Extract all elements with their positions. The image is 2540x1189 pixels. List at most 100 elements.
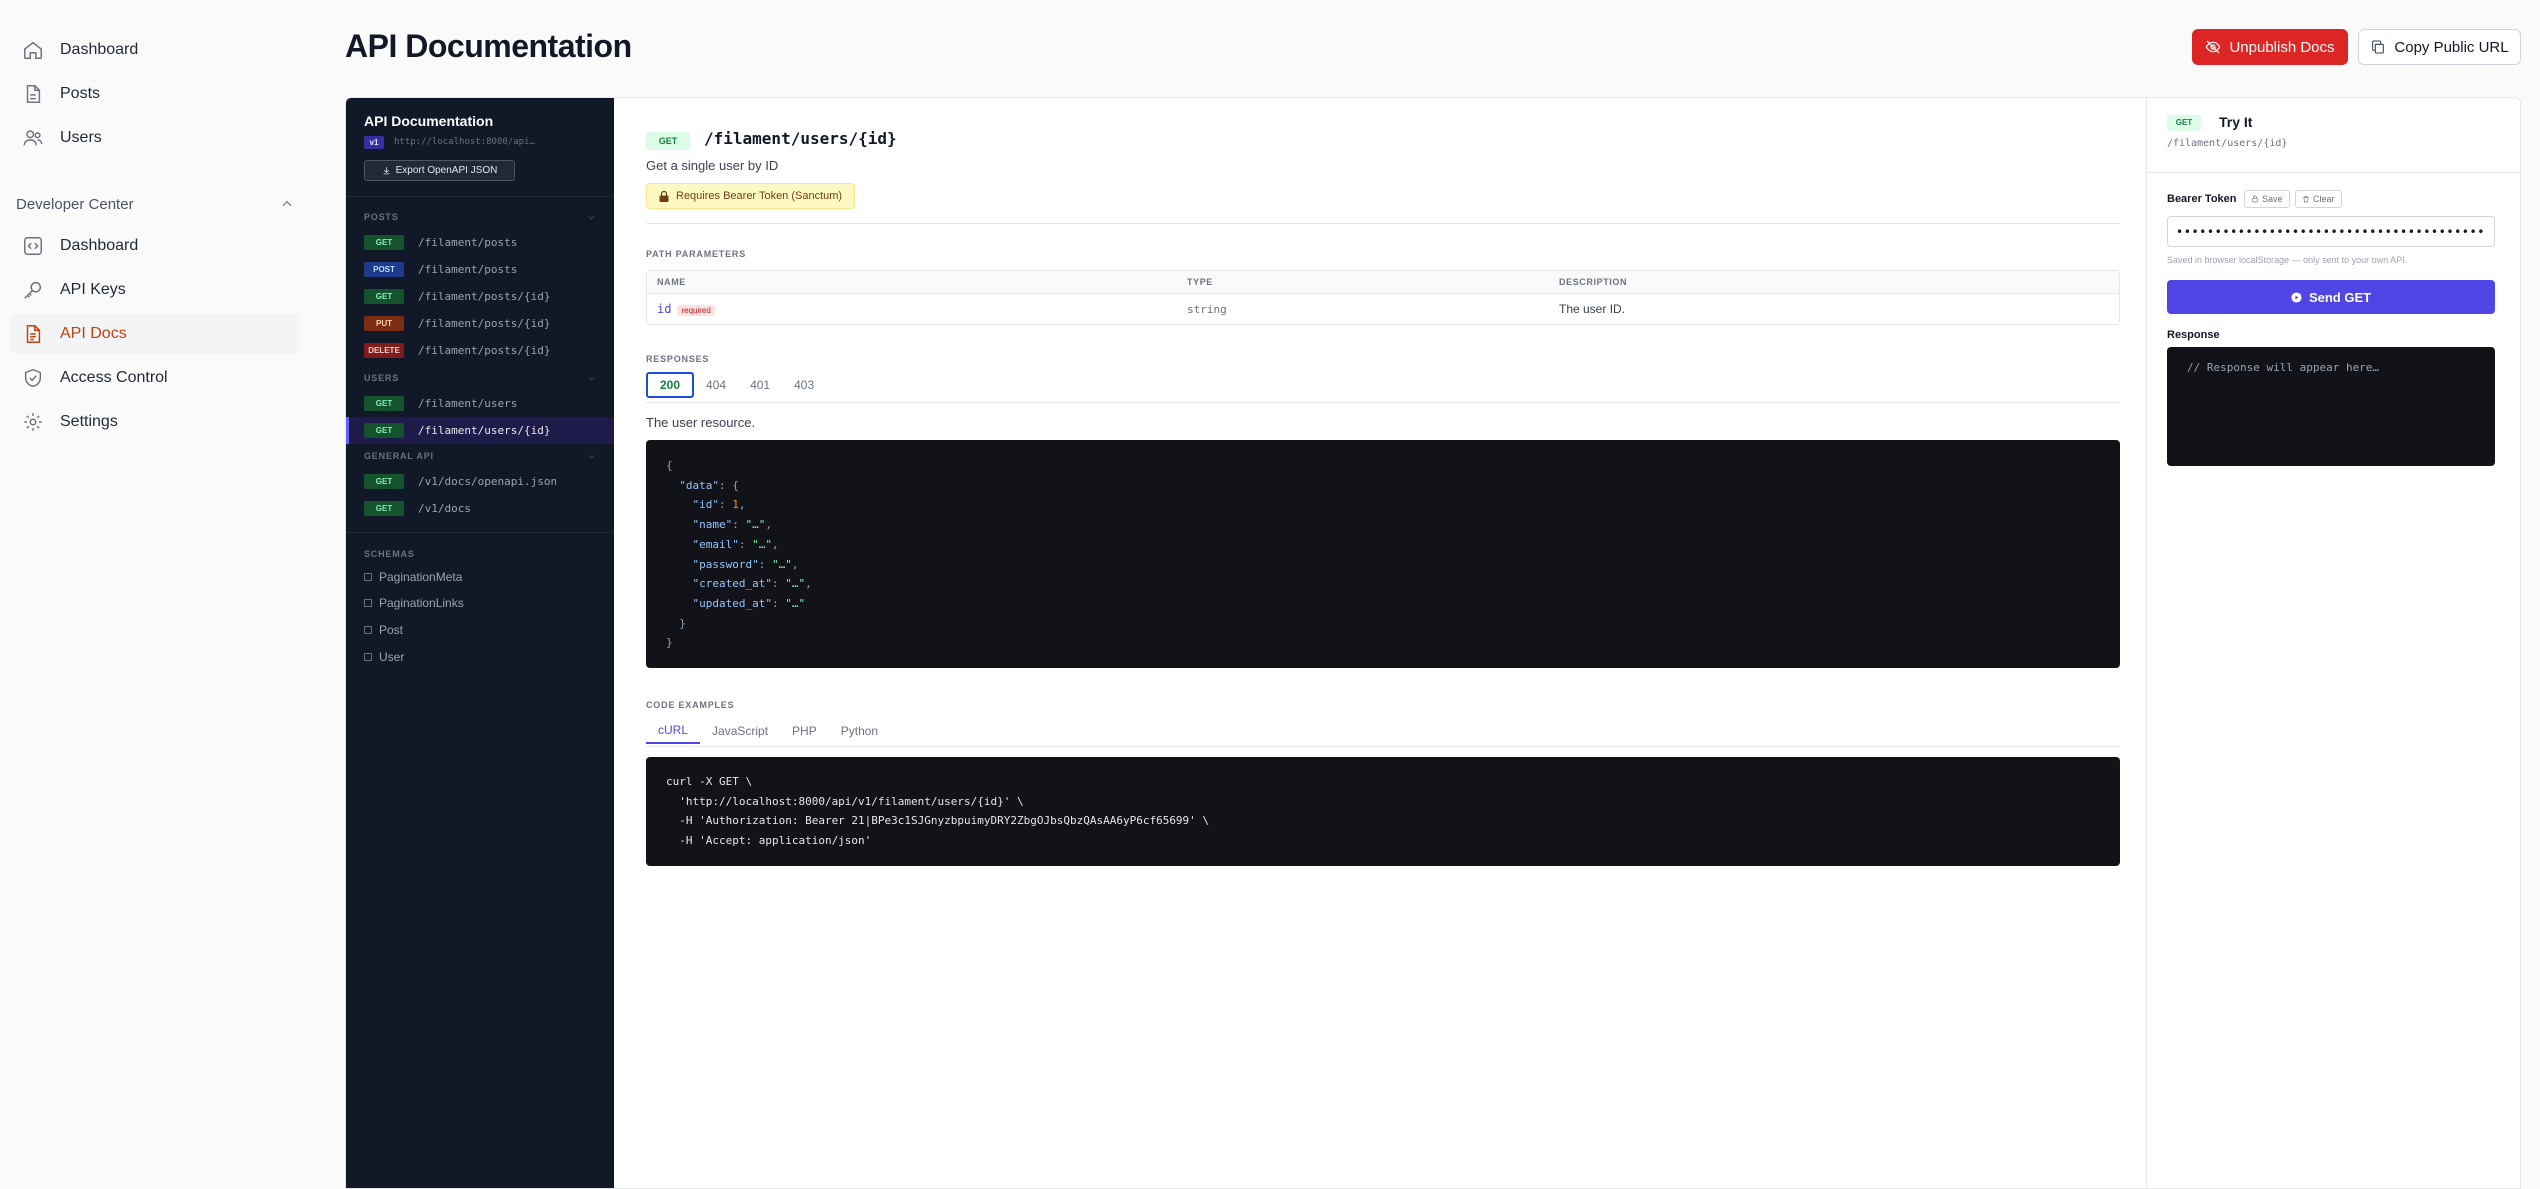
column-header-type: TYPE: [1187, 277, 1213, 287]
divider: [346, 532, 614, 533]
nav-section-general-api[interactable]: GENERAL API: [364, 451, 596, 461]
endpoint-post-posts[interactable]: POST /filament/posts: [346, 256, 614, 283]
parameters-table: NAME TYPE DESCRIPTION id required string …: [646, 270, 2120, 325]
method-badge: GET: [364, 474, 404, 489]
divider: [646, 223, 2120, 224]
code-line: "data": {: [679, 478, 739, 492]
code-line: -H 'Accept: application/json': [666, 834, 872, 848]
code-line: {: [666, 459, 673, 472]
tab-response-403[interactable]: 403: [782, 372, 826, 398]
lock-icon: [2252, 195, 2258, 203]
sidebar-group-developer-center[interactable]: Developer Center: [10, 184, 300, 224]
sidebar-item-api-docs[interactable]: API Docs: [10, 314, 300, 354]
token-storage-note: Saved in browser localStorage — only sen…: [2167, 255, 2408, 265]
unpublish-docs-button[interactable]: Unpublish Docs: [2192, 29, 2348, 65]
schema-label: Post: [379, 623, 404, 637]
shield-check-icon: [24, 368, 42, 388]
bearer-token-input[interactable]: [2167, 216, 2495, 247]
copy-public-url-button[interactable]: Copy Public URL: [2358, 29, 2521, 65]
endpoint-delete-post[interactable]: DELETE /filament/posts/{id}: [346, 337, 614, 364]
play-circle-icon: [2291, 291, 2302, 303]
sidebar-item-posts[interactable]: Posts: [10, 74, 300, 114]
divider: [2147, 172, 2520, 173]
tab-response-404[interactable]: 404: [694, 372, 738, 398]
sidebar-item-label: API Docs: [60, 325, 127, 342]
sidebar-item-users[interactable]: Users: [10, 118, 300, 158]
schema-item-pagination-meta[interactable]: PaginationMeta: [364, 570, 462, 584]
method-badge: GET: [364, 289, 404, 304]
sidebar-item-settings[interactable]: Settings: [10, 402, 300, 442]
required-badge: required: [677, 305, 715, 316]
tab-javascript[interactable]: JavaScript: [700, 718, 780, 744]
copy-public-url-label: Copy Public URL: [2394, 38, 2509, 56]
code-bracket-icon: [24, 237, 42, 255]
tab-curl[interactable]: cURL: [646, 718, 701, 744]
tab-php[interactable]: PHP: [780, 718, 829, 744]
endpoint-get-post[interactable]: GET /filament/posts/{id}: [346, 283, 614, 310]
sidebar-item-label: Dashboard: [60, 237, 139, 254]
code-line: "updated_at": "…": [692, 596, 806, 610]
save-token-button[interactable]: Save: [2244, 190, 2290, 208]
schema-item-user[interactable]: User: [364, 650, 404, 664]
code-line: "created_at": "…",: [692, 577, 812, 591]
clear-token-label: Clear: [2313, 194, 2335, 204]
tab-response-200[interactable]: 200: [646, 372, 695, 398]
sidebar-item-dev-dashboard[interactable]: Dashboard: [10, 226, 300, 266]
code-line: curl -X GET \: [666, 775, 753, 788]
sidebar-item-api-keys[interactable]: API Keys: [10, 270, 300, 310]
response-example-code: { "data": { "id": 1, "name": "…", "email…: [646, 440, 2120, 668]
sidebar-item-label: Dashboard: [60, 41, 139, 58]
chevron-up-icon: [282, 200, 292, 207]
sidebar-item-label: Users: [60, 129, 102, 146]
unpublish-docs-label: Unpublish Docs: [2229, 38, 2335, 56]
nav-section-schemas: SCHEMAS: [364, 549, 596, 559]
endpoint-path: /filament/posts: [418, 263, 518, 276]
nav-section-label: SCHEMAS: [364, 549, 415, 559]
send-request-button[interactable]: Send GET: [2167, 280, 2495, 314]
nav-section-posts[interactable]: POSTS: [364, 212, 596, 222]
column-header-description: DESCRIPTION: [1559, 277, 1628, 287]
sidebar-group-label: Developer Center: [16, 195, 134, 213]
endpoint-get-user[interactable]: GET /filament/users/{id}: [346, 417, 614, 444]
param-type: string: [1187, 302, 1227, 316]
endpoint-method-badge: GET: [646, 132, 690, 150]
clear-token-button[interactable]: Clear: [2295, 190, 2342, 208]
response-label: Response: [2167, 329, 2220, 341]
schema-icon: [364, 653, 372, 661]
code-line: }: [666, 616, 686, 630]
table-row: id required string The user ID.: [647, 294, 2119, 324]
sidebar-item-access-control[interactable]: Access Control: [10, 358, 300, 398]
chevron-down-icon: [588, 454, 595, 459]
endpoint-get-posts[interactable]: GET /filament/posts: [346, 229, 614, 256]
endpoint-put-post[interactable]: PUT /filament/posts/{id}: [346, 310, 614, 337]
schema-item-pagination-links[interactable]: PaginationLinks: [364, 596, 464, 610]
endpoint-path: /filament/users/{id}: [418, 424, 551, 437]
try-it-title: Try It: [2219, 114, 2253, 130]
export-openapi-button[interactable]: Export OpenAPI JSON: [364, 160, 515, 181]
version-badge: v1: [364, 136, 384, 149]
endpoint-get-openapi-json[interactable]: GET /v1/docs/openapi.json: [346, 468, 614, 495]
column-header-name: NAME: [657, 277, 686, 287]
docs-navigation: API Documentation v1 http://localhost:80…: [346, 98, 614, 1188]
endpoint-get-docs[interactable]: GET /v1/docs: [346, 495, 614, 522]
clipboard-icon: [2372, 40, 2385, 54]
users-icon: [23, 130, 43, 146]
schema-icon: [364, 573, 372, 581]
code-line: -H 'Authorization: Bearer 21|BPe3c1SJGny…: [666, 814, 1210, 828]
endpoint-get-users[interactable]: GET /filament/users: [346, 390, 614, 417]
endpoint-detail: GET /filament/users/{id} Get a single us…: [614, 98, 2136, 1188]
endpoint-summary: Get a single user by ID: [646, 158, 779, 173]
schema-item-post[interactable]: Post: [364, 623, 403, 637]
chevron-down-icon: [588, 215, 595, 220]
auth-requirement-badge: Requires Bearer Token (Sanctum): [646, 183, 856, 209]
lock-icon: [659, 190, 669, 202]
sidebar-item-label: Settings: [60, 413, 118, 430]
method-badge: GET: [364, 423, 404, 438]
nav-section-users[interactable]: USERS: [364, 373, 596, 383]
divider: [646, 746, 2120, 747]
sidebar-item-dashboard[interactable]: Dashboard: [10, 30, 300, 70]
schema-label: PaginationLinks: [379, 596, 464, 610]
tab-python[interactable]: Python: [829, 718, 890, 744]
tab-response-401[interactable]: 401: [738, 372, 782, 398]
base-url: http://localhost:8000/api…: [394, 137, 535, 147]
